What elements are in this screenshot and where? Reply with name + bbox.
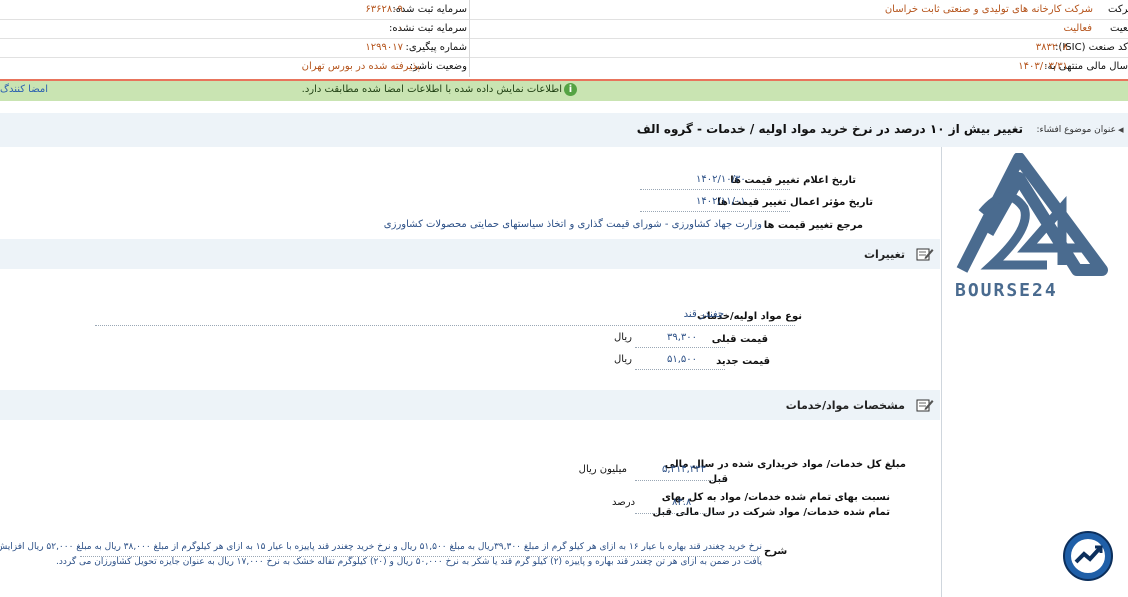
info-icon: i: [564, 83, 577, 96]
capital-unreg-value: ۰: [397, 23, 403, 34]
new-price-underline: [635, 369, 725, 370]
old-price-unit: ریال: [614, 332, 632, 343]
total-underline: [635, 480, 725, 481]
old-price-underline: [635, 347, 725, 348]
notice-text: اطلاعات نمایش داده شده با اطلاعات امضا ش…: [301, 84, 562, 95]
tracking-value: ۱۲۹۹۰۱۷: [365, 42, 403, 53]
announce-underline: [640, 189, 790, 190]
capital-reg-label: سرمایه ثبت شده:: [392, 4, 467, 15]
new-price-unit: ریال: [614, 354, 632, 365]
header-row-3: [0, 38, 1128, 58]
material-underline: [95, 325, 795, 326]
total-purchase-value: ۵,۳۱۴,۳۳۳: [662, 464, 706, 475]
company-label: نام شرکت:: [1108, 4, 1128, 15]
arrow-icon: ◂: [1118, 123, 1124, 136]
topic-label: عنوان موضوع افشاء:: [1036, 125, 1116, 135]
description-line-1: نرخ خرید چغندر قند بهاره با عیار ۱۶ به ا…: [0, 542, 762, 552]
new-price-label: قیمت جدید: [716, 356, 770, 367]
old-price-value: ۳۹,۳۰۰: [667, 332, 698, 343]
edit-icon: [916, 248, 934, 261]
changes-header-band: تغییرات: [0, 239, 940, 269]
new-price-value: ۵۱,۵۰۰: [667, 354, 698, 365]
topic-title-band: ◂ عنوان موضوع افشاء: تغییر بیش از ۱۰ درص…: [0, 113, 1128, 147]
cost-ratio-label-1: نسبت بهای تمام شده خدمات/ مواد به کل بها…: [661, 492, 890, 503]
fiscal-value: ۱۴۰۳/۰۳/۳۱: [1018, 61, 1068, 72]
capital-reg-value: ۶۳۶۲۸۰۹: [365, 4, 403, 15]
header-row-4: [0, 57, 1128, 76]
specs-header-band: مشخصات مواد/خدمات: [0, 390, 940, 420]
material-type-value: چغندر قند: [683, 309, 724, 320]
header-row-2: [0, 19, 1128, 39]
description-label: شرح: [764, 546, 788, 557]
changes-title: تغییرات: [864, 248, 905, 261]
verification-notice-bar: اطلاعات نمایش داده شده با اطلاعات امضا ش…: [0, 79, 1128, 101]
company-value: شرکت کارخانه های تولیدی و صنعتی ثابت خرا…: [884, 4, 1093, 15]
cost-ratio-unit: درصد: [612, 497, 636, 508]
tracking-label: شماره پیگیری:: [405, 42, 467, 53]
status-value: فعالیت: [1063, 23, 1092, 34]
right-column-separator: [941, 147, 942, 597]
signers-link[interactable]: امضا کنندگ: [0, 84, 48, 95]
header-divider: [469, 0, 470, 77]
effective-date-value: ۱۴۰۲/۱۱/۰۱: [696, 196, 746, 207]
trend-badge-icon[interactable]: [1062, 530, 1114, 582]
topic-title: تغییر بیش از ۱۰ درصد در نرخ خرید مواد او…: [636, 122, 1023, 136]
specs-title: مشخصات مواد/خدمات: [785, 399, 905, 412]
announce-date-label: تاریخ اعلام تغییر قیمت ها: [730, 175, 856, 186]
description-line-2: یافت در ضمن به ازای هر تن چغندر قند بهار…: [56, 557, 762, 567]
publisher-value: پذیرفته شده در بورس تهران: [301, 61, 420, 72]
ratio-underline: [635, 513, 725, 514]
announce-date-value: ۱۴۰۲/۱۰/۳۰: [696, 174, 746, 185]
description-underline-1: [80, 556, 760, 557]
isic-value: ۳۸۳۲۰۸: [1035, 42, 1068, 53]
authority-value: وزارت جهاد کشاورزی - شورای قیمت گذاری و …: [383, 219, 762, 230]
cost-ratio-value: ۸۳.۸: [672, 497, 692, 508]
brand-text: BOURSE24: [955, 280, 1058, 301]
status-label: وضعیت:: [1110, 23, 1128, 34]
authority-label: مرجع تغییر قیمت ها: [763, 220, 863, 231]
edit-icon: [916, 399, 934, 412]
old-price-label: قیمت قبلی: [711, 334, 768, 345]
effective-underline: [640, 211, 790, 212]
total-purchase-unit: میلیون ریال: [578, 464, 627, 475]
